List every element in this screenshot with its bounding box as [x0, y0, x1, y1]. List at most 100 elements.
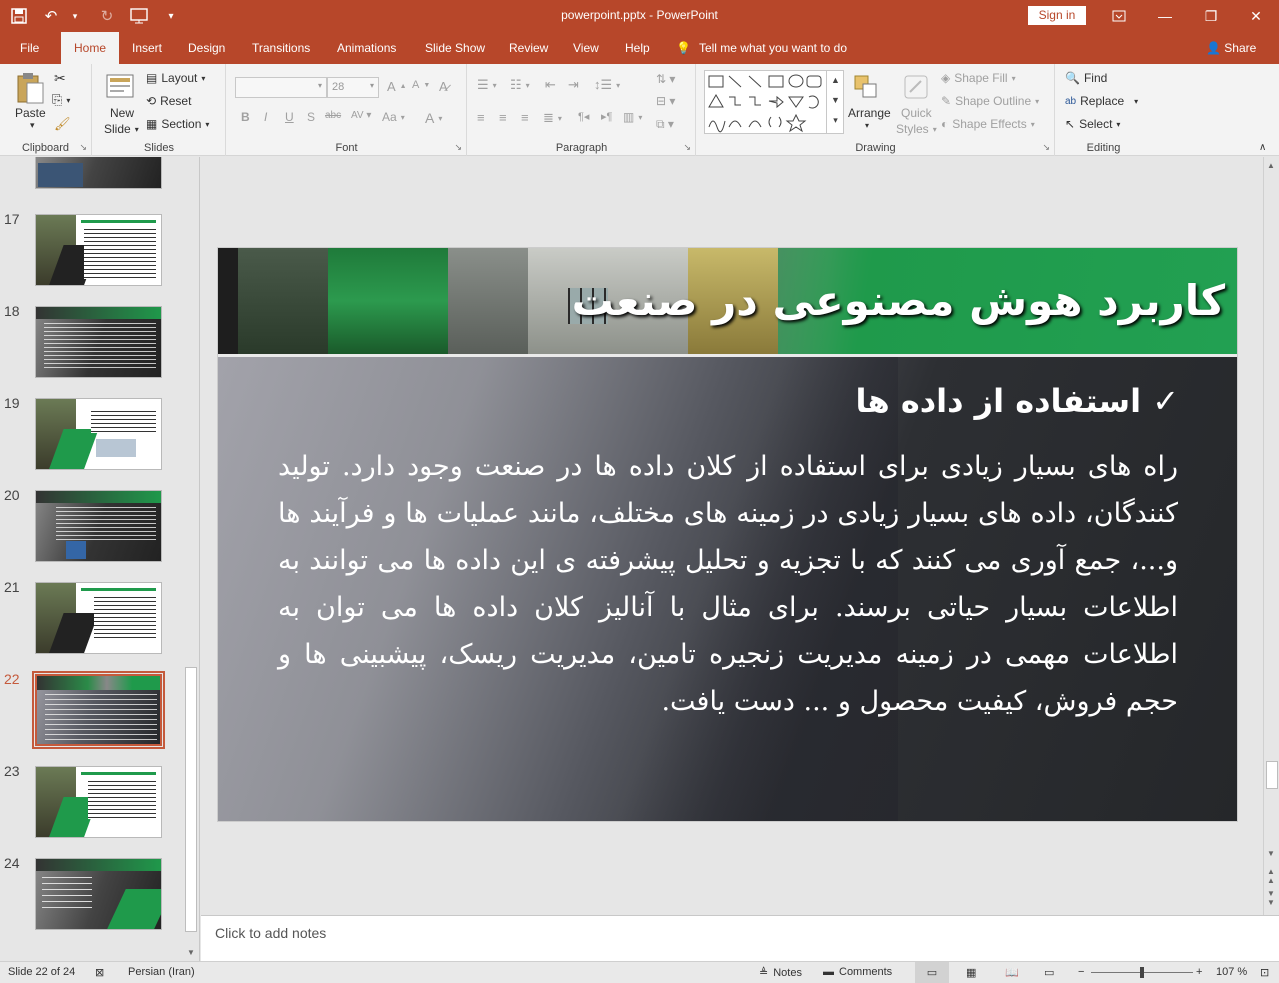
slideshow-button[interactable]: ▭ — [1044, 966, 1054, 979]
tab-file[interactable]: File — [10, 32, 49, 64]
slide-body-text[interactable]: راه های بسیار زیادی برای استفاده از کلان… — [278, 443, 1178, 725]
tab-review[interactable]: Review — [499, 32, 558, 64]
slide-scrollbar[interactable]: ▲ ▼ ▲ ▲ ▼ ▼ — [1263, 157, 1279, 915]
tell-me-search[interactable]: 💡 Tell me what you want to do — [676, 32, 847, 64]
numbering-icon[interactable]: ☷ ▾ — [510, 77, 530, 93]
align-text-icon[interactable]: ⊟ ▾ — [656, 94, 675, 108]
scroll-down-icon[interactable]: ▼ — [1267, 849, 1275, 858]
tab-view[interactable]: View — [563, 32, 609, 64]
normal-view-button[interactable]: ▭ — [915, 962, 949, 983]
tab-transitions[interactable]: Transitions — [242, 32, 320, 64]
thumbnails-scrollbar[interactable]: ▼ — [183, 157, 199, 961]
sign-in-button[interactable]: Sign in — [1028, 6, 1086, 25]
arrange-button[interactable]: Arrange — [848, 106, 891, 120]
notes-toggle[interactable]: ≜ Notes — [759, 966, 802, 980]
change-case-button[interactable]: Aa ▾ — [382, 110, 405, 124]
scroll-down-icon[interactable]: ▼ — [187, 948, 195, 957]
ltr-icon[interactable]: ▸¶ — [601, 110, 612, 123]
close-icon[interactable]: ✕ — [1233, 0, 1279, 32]
shapes-gallery[interactable] — [704, 70, 844, 134]
slide-thumbnail-19[interactable] — [35, 398, 162, 470]
tab-design[interactable]: Design — [178, 32, 235, 64]
tab-help[interactable]: Help — [615, 32, 660, 64]
shadow-button[interactable]: S — [307, 110, 315, 124]
font-size-combo[interactable]: 28 ▾ — [327, 77, 379, 98]
select-button[interactable]: ↖ Select ▾ — [1065, 117, 1120, 131]
clipboard-launcher-icon[interactable]: ↘ — [79, 142, 87, 153]
fit-slide-icon[interactable]: ⊡ — [1260, 966, 1269, 979]
previous-slide-icon[interactable]: ▲ ▲ — [1267, 867, 1275, 885]
thumbnails-scroll-thumb[interactable] — [185, 667, 197, 932]
layout-button[interactable]: ▤ Layout ▾ — [146, 71, 205, 85]
slide-heading[interactable]: ✓ استفاده از داده ها — [855, 382, 1179, 420]
shape-effects-button[interactable]: ◐ Shape Effects ▾ — [941, 117, 1035, 131]
clear-formatting-icon[interactable]: A̷ — [439, 79, 448, 94]
slide-thumbnail-23[interactable] — [35, 766, 162, 838]
slide-thumbnail-22[interactable] — [32, 671, 165, 749]
arrange-dropdown-icon[interactable]: ▾ — [865, 121, 869, 130]
new-slide-button[interactable]: Slide ▾ — [104, 122, 139, 136]
slide-thumbnail-17[interactable] — [35, 214, 162, 286]
zoom-in-button[interactable]: + — [1196, 966, 1202, 978]
paste-icon[interactable] — [12, 70, 48, 106]
paste-button[interactable]: Paste — [15, 106, 46, 120]
strikethrough-button[interactable]: abc — [325, 110, 341, 121]
find-button[interactable]: 🔍 Find — [1065, 71, 1107, 85]
copy-icon[interactable]: ⎘ ▾ — [52, 92, 70, 108]
tab-insert[interactable]: Insert — [122, 32, 172, 64]
spell-check-icon[interactable]: ⊠ — [95, 966, 104, 979]
slide-sorter-button[interactable]: ▦ — [966, 966, 976, 979]
slide-thumbnail-24[interactable] — [35, 858, 162, 930]
restore-icon[interactable]: ❐ — [1188, 0, 1234, 32]
tab-animations[interactable]: Animations — [327, 32, 406, 64]
slide-thumbnail-18[interactable] — [35, 306, 162, 378]
collapse-ribbon-icon[interactable]: ∧ — [1259, 142, 1266, 153]
italic-button[interactable]: I — [264, 110, 267, 124]
font-launcher-icon[interactable]: ↘ — [454, 142, 462, 153]
align-left-icon[interactable]: ≡ — [477, 110, 485, 125]
cut-icon[interactable]: ✂ — [54, 70, 66, 87]
quick-styles-label-1[interactable]: Quick — [901, 106, 932, 120]
bold-button[interactable]: B — [241, 110, 250, 124]
increase-font-icon[interactable]: A ▲ — [387, 79, 407, 94]
rtl-icon[interactable]: ¶◂ — [578, 110, 589, 123]
slide-title[interactable]: کاربرد هوش مصنوعی در صنعت — [572, 276, 1225, 325]
new-slide-label-1[interactable]: New — [110, 106, 134, 120]
line-spacing-icon[interactable]: ↕☰ ▾ — [594, 77, 620, 93]
underline-button[interactable]: U — [285, 110, 294, 124]
justify-icon[interactable]: ≣ ▾ — [543, 110, 562, 126]
language-indicator[interactable]: Persian (Iran) — [128, 966, 195, 978]
smartart-icon[interactable]: ⧉ ▾ — [656, 117, 674, 132]
slide-thumbnail-16[interactable] — [35, 157, 162, 189]
next-slide-icon[interactable]: ▼ ▼ — [1267, 889, 1275, 907]
comments-toggle[interactable]: ▬ Comments — [823, 966, 892, 978]
ribbon-display-options-icon[interactable] — [1096, 0, 1142, 32]
reset-button[interactable]: ⟲ Reset — [146, 94, 191, 108]
zoom-level[interactable]: 107 % — [1216, 966, 1247, 978]
columns-icon[interactable]: ▥ ▾ — [623, 110, 642, 124]
paste-dropdown-icon[interactable]: ▾ — [30, 120, 35, 131]
bullets-icon[interactable]: ☰ ▾ — [477, 77, 497, 93]
quick-styles-button[interactable]: Styles ▾ — [896, 122, 937, 136]
increase-indent-icon[interactable]: ⇥ — [568, 77, 579, 93]
character-spacing-icon[interactable]: AV ▾ — [351, 110, 371, 121]
font-color-icon[interactable]: A ▾ — [425, 110, 442, 126]
font-name-combo[interactable]: ▾ — [235, 77, 327, 98]
text-direction-icon[interactable]: ⇅ ▾ — [656, 72, 675, 86]
zoom-out-button[interactable]: − — [1078, 966, 1084, 978]
new-slide-icon[interactable] — [103, 70, 137, 104]
decrease-font-icon[interactable]: A ▼ — [412, 79, 430, 91]
section-button[interactable]: ▦ Section ▾ — [146, 117, 209, 131]
quick-styles-icon[interactable] — [901, 72, 931, 102]
slide-thumbnail-21[interactable] — [35, 582, 162, 654]
shape-fill-button[interactable]: ◈ Shape Fill ▾ — [941, 71, 1016, 85]
arrange-icon[interactable] — [851, 72, 881, 102]
zoom-slider-knob[interactable] — [1140, 967, 1144, 978]
decrease-indent-icon[interactable]: ⇤ — [545, 77, 556, 93]
reading-view-button[interactable]: 📖 — [1005, 966, 1019, 979]
tab-slide-show[interactable]: Slide Show — [415, 32, 495, 64]
align-center-icon[interactable]: ≡ — [499, 110, 507, 125]
notes-pane[interactable]: Click to add notes — [201, 915, 1279, 961]
drawing-launcher-icon[interactable]: ↘ — [1042, 142, 1050, 153]
format-painter-icon[interactable]: 🖌 — [54, 116, 71, 132]
